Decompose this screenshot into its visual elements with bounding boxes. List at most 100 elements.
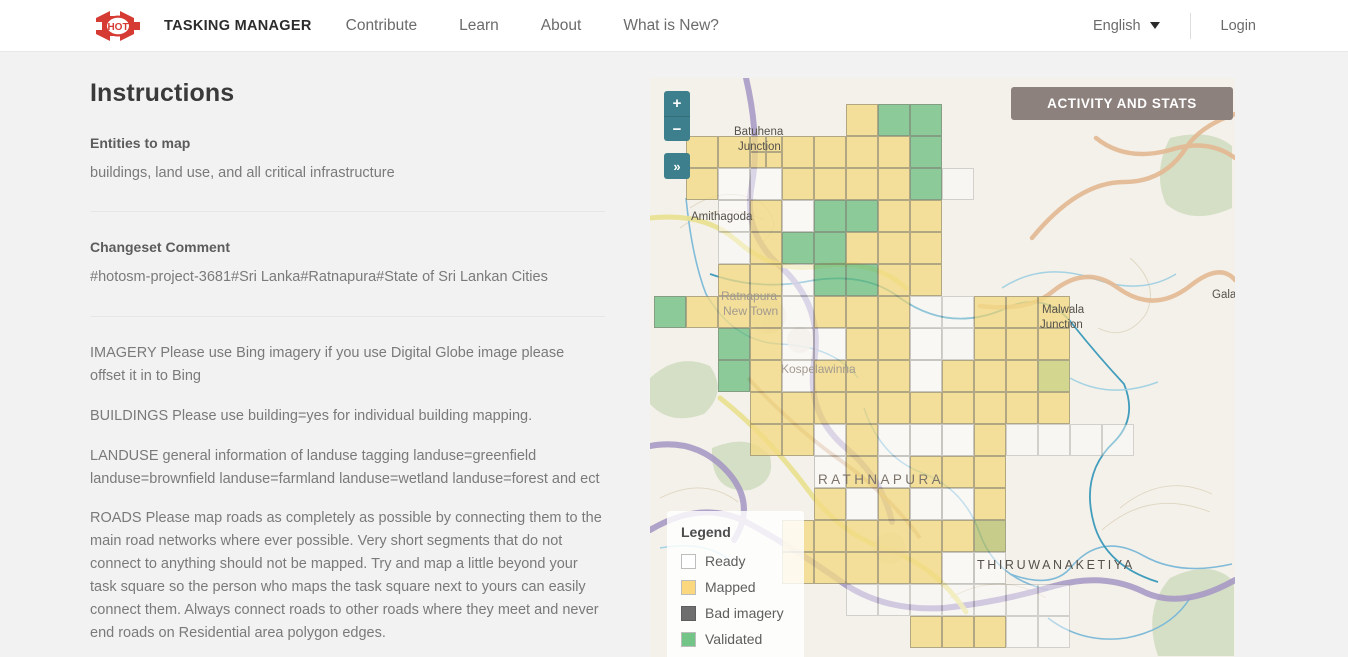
- task-tile[interactable]: [878, 360, 910, 392]
- task-tile[interactable]: [782, 360, 814, 392]
- task-tile[interactable]: [846, 520, 878, 552]
- task-tile[interactable]: [750, 136, 766, 152]
- task-tile[interactable]: [814, 264, 846, 296]
- task-tile[interactable]: [1006, 616, 1038, 648]
- task-tile[interactable]: [846, 232, 878, 264]
- task-tile[interactable]: [942, 424, 974, 456]
- task-tile[interactable]: [782, 200, 814, 232]
- task-tile[interactable]: [718, 264, 750, 296]
- task-tile[interactable]: [910, 296, 942, 328]
- task-tile[interactable]: [846, 168, 878, 200]
- task-tile[interactable]: [814, 360, 846, 392]
- task-tile[interactable]: [782, 392, 814, 424]
- login-link[interactable]: Login: [1221, 18, 1256, 34]
- task-tile[interactable]: [974, 520, 1006, 552]
- zoom-out-button[interactable]: −: [664, 116, 690, 141]
- task-tile[interactable]: [846, 424, 878, 456]
- nav-item-about[interactable]: About: [541, 17, 582, 35]
- brand[interactable]: HOT TASKING MANAGER: [94, 9, 312, 43]
- activity-and-stats-button[interactable]: ACTIVITY AND STATS: [1011, 87, 1233, 120]
- task-tile[interactable]: [878, 456, 910, 488]
- task-tile[interactable]: [910, 360, 942, 392]
- task-tile[interactable]: [878, 328, 910, 360]
- task-tile[interactable]: [974, 456, 1006, 488]
- task-tile[interactable]: [846, 200, 878, 232]
- task-tile[interactable]: [750, 328, 782, 360]
- task-tile[interactable]: [1006, 328, 1038, 360]
- task-tile[interactable]: [782, 296, 814, 328]
- task-tile[interactable]: [1070, 424, 1102, 456]
- task-tile[interactable]: [878, 296, 910, 328]
- task-tile[interactable]: [814, 328, 846, 360]
- task-tile[interactable]: [814, 136, 846, 168]
- task-tile[interactable]: [878, 232, 910, 264]
- task-tile[interactable]: [1038, 392, 1070, 424]
- task-tile[interactable]: [750, 392, 782, 424]
- task-tile[interactable]: [974, 392, 1006, 424]
- project-map[interactable]: Batuhena Junction Amithagoda Ratnapura N…: [650, 78, 1235, 657]
- task-tile[interactable]: [846, 264, 878, 296]
- task-tile[interactable]: [942, 552, 974, 584]
- task-tile[interactable]: [878, 200, 910, 232]
- task-tile[interactable]: [878, 488, 910, 520]
- task-tile[interactable]: [1006, 424, 1038, 456]
- task-tile[interactable]: [846, 104, 878, 136]
- task-tile[interactable]: [814, 232, 846, 264]
- task-tile[interactable]: [1038, 360, 1070, 392]
- task-tile[interactable]: [974, 552, 1006, 584]
- task-tile[interactable]: [974, 360, 1006, 392]
- expand-map-button[interactable]: »: [664, 153, 690, 179]
- task-tile[interactable]: [846, 392, 878, 424]
- task-tile[interactable]: [910, 104, 942, 136]
- task-tile[interactable]: [910, 456, 942, 488]
- task-tile[interactable]: [846, 456, 878, 488]
- task-tile[interactable]: [910, 328, 942, 360]
- task-tile[interactable]: [910, 424, 942, 456]
- task-tile[interactable]: [910, 552, 942, 584]
- task-tile[interactable]: [814, 424, 846, 456]
- task-tile[interactable]: [686, 296, 718, 328]
- task-tile[interactable]: [1038, 296, 1070, 328]
- task-tile[interactable]: [942, 296, 974, 328]
- task-tile[interactable]: [846, 552, 878, 584]
- task-tile[interactable]: [814, 456, 846, 488]
- task-tile[interactable]: [942, 360, 974, 392]
- task-tile[interactable]: [942, 168, 974, 200]
- task-tile[interactable]: [750, 296, 782, 328]
- task-tile[interactable]: [942, 488, 974, 520]
- task-tile[interactable]: [910, 584, 942, 616]
- task-tile[interactable]: [718, 200, 750, 232]
- task-tile[interactable]: [878, 168, 910, 200]
- task-tile[interactable]: [910, 392, 942, 424]
- task-tile[interactable]: [766, 152, 782, 168]
- task-tile[interactable]: [1006, 296, 1038, 328]
- task-tile[interactable]: [814, 168, 846, 200]
- task-tile[interactable]: [878, 520, 910, 552]
- task-tile[interactable]: [910, 616, 942, 648]
- task-tile[interactable]: [766, 136, 782, 152]
- task-tile[interactable]: [1038, 328, 1070, 360]
- task-tile[interactable]: [782, 424, 814, 456]
- nav-item-contribute[interactable]: Contribute: [346, 17, 418, 35]
- task-tile[interactable]: [878, 136, 910, 168]
- task-tile[interactable]: [1102, 424, 1134, 456]
- task-tile[interactable]: [750, 152, 766, 168]
- task-tile[interactable]: [910, 200, 942, 232]
- task-tile[interactable]: [654, 296, 686, 328]
- task-tile[interactable]: [942, 520, 974, 552]
- task-tile[interactable]: [846, 488, 878, 520]
- nav-item-learn[interactable]: Learn: [459, 17, 499, 35]
- task-tile[interactable]: [974, 584, 1006, 616]
- task-tile[interactable]: [814, 520, 846, 552]
- task-tile[interactable]: [782, 168, 814, 200]
- task-tile[interactable]: [1038, 584, 1070, 616]
- task-tile[interactable]: [718, 168, 750, 200]
- task-tile[interactable]: [686, 136, 718, 168]
- zoom-in-button[interactable]: +: [664, 91, 690, 116]
- task-tile[interactable]: [718, 328, 750, 360]
- task-tile[interactable]: [878, 584, 910, 616]
- task-tile[interactable]: [750, 264, 782, 296]
- task-tile[interactable]: [942, 392, 974, 424]
- task-tile[interactable]: [974, 488, 1006, 520]
- task-tile[interactable]: [910, 264, 942, 296]
